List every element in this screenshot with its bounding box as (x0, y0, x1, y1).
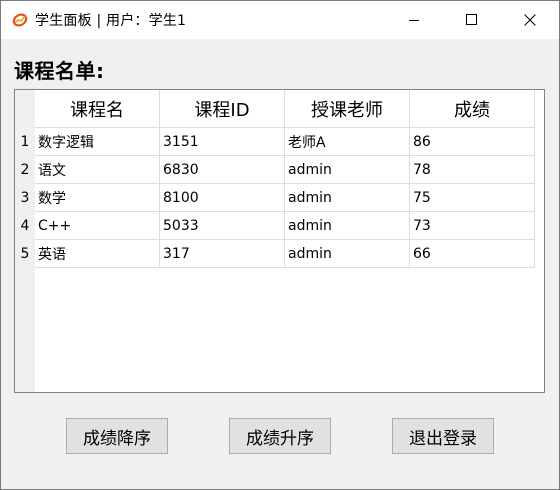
cell-teacher[interactable]: admin (284, 155, 410, 184)
row-number[interactable]: 1 (15, 127, 35, 156)
cell-score[interactable]: 66 (409, 239, 535, 268)
cell-course-id[interactable]: 5033 (159, 211, 285, 240)
minimize-button[interactable] (385, 1, 443, 39)
minimize-icon (409, 20, 419, 21)
column-header-course-id[interactable]: 课程ID (159, 90, 285, 128)
cell-course-id[interactable]: 317 (159, 239, 285, 268)
cell-course-id[interactable]: 8100 (159, 183, 285, 212)
row-number[interactable]: 3 (15, 183, 35, 212)
column-header-course-name[interactable]: 课程名 (35, 90, 160, 128)
cell-course-name[interactable]: 语文 (35, 155, 160, 184)
table-row[interactable]: 1 数字逻辑 3151 老师A 86 (15, 127, 535, 156)
cell-course-name[interactable]: C++ (35, 211, 160, 240)
table-row[interactable]: 3 数学 8100 admin 75 (15, 183, 535, 212)
window-title: 学生面板 | 用户：学生1 (35, 13, 187, 29)
column-header-score[interactable]: 成绩 (409, 90, 535, 128)
maximize-icon (466, 14, 477, 25)
table-header-row: 课程名 课程ID 授课老师 成绩 (15, 90, 535, 128)
course-table[interactable]: 课程名 课程ID 授课老师 成绩 1 数字逻辑 3151 老师A 86 2 语文… (14, 89, 545, 393)
table-row[interactable]: 2 语文 6830 admin 78 (15, 155, 535, 184)
row-number[interactable]: 5 (15, 239, 35, 268)
cell-course-name[interactable]: 数字逻辑 (35, 127, 160, 156)
cell-course-name[interactable]: 数学 (35, 183, 160, 212)
logout-button[interactable]: 退出登录 (392, 418, 494, 454)
cell-score[interactable]: 86 (409, 127, 535, 156)
maximize-button[interactable] (443, 1, 501, 39)
cell-score[interactable]: 75 (409, 183, 535, 212)
cell-course-name[interactable]: 英语 (35, 239, 160, 268)
table-row[interactable]: 4 C++ 5033 admin 73 (15, 211, 535, 240)
cell-course-id[interactable]: 6830 (159, 155, 285, 184)
cell-teacher[interactable]: admin (284, 211, 410, 240)
cell-teacher[interactable]: 老师A (284, 127, 410, 156)
row-number[interactable]: 4 (15, 211, 35, 240)
sort-score-ascending-button[interactable]: 成绩升序 (229, 418, 331, 454)
column-header-teacher[interactable]: 授课老师 (284, 90, 410, 128)
cell-score[interactable]: 78 (409, 155, 535, 184)
row-number[interactable]: 2 (15, 155, 35, 184)
cell-teacher[interactable]: admin (284, 239, 410, 268)
student-panel-window: 学生面板 | 用户：学生1 课程名单: 课程名 课程ID 授课老师 成绩 1 数… (0, 0, 560, 490)
cell-score[interactable]: 73 (409, 211, 535, 240)
app-logo-icon (12, 13, 28, 27)
course-list-heading: 课程名单: (14, 59, 105, 83)
title-bar[interactable]: 学生面板 | 用户：学生1 (1, 1, 559, 39)
corner-cell[interactable] (15, 90, 35, 128)
table-row[interactable]: 5 英语 317 admin 66 (15, 239, 535, 268)
close-button[interactable] (501, 1, 559, 39)
close-icon (524, 14, 536, 26)
sort-score-descending-button[interactable]: 成绩降序 (66, 418, 168, 454)
cell-teacher[interactable]: admin (284, 183, 410, 212)
cell-course-id[interactable]: 3151 (159, 127, 285, 156)
